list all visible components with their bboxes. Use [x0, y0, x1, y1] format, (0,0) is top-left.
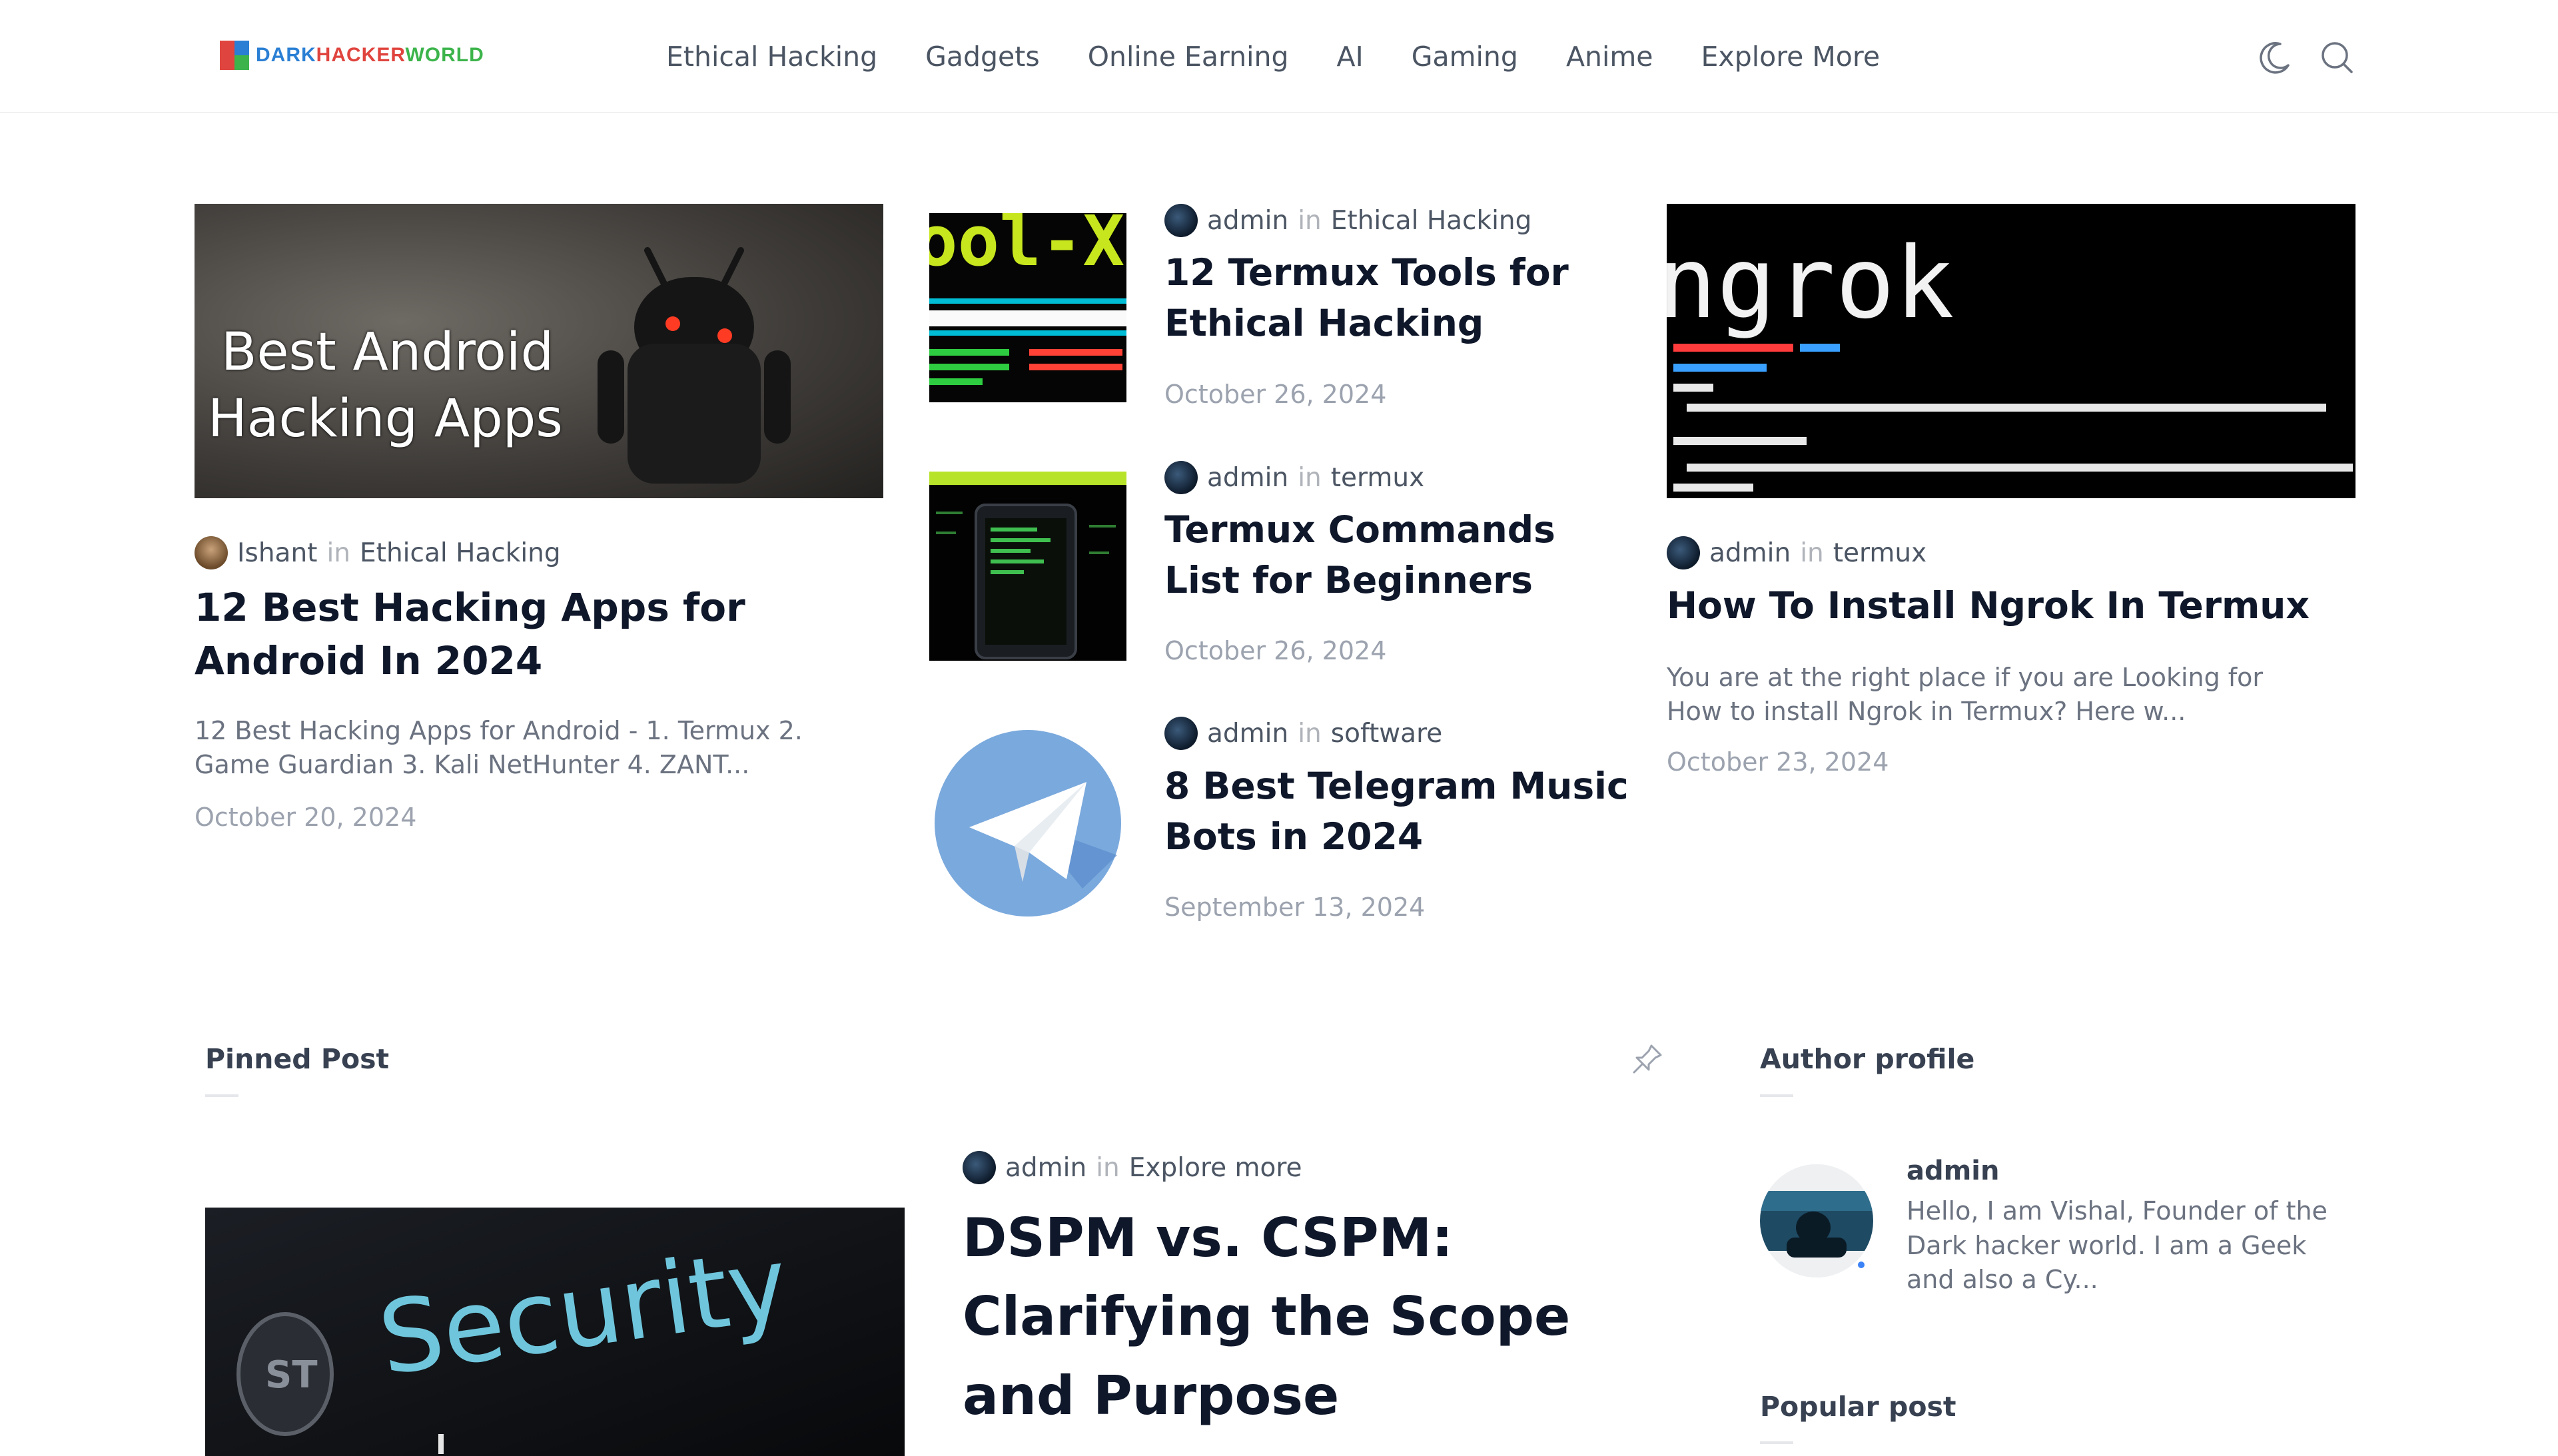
- online-status-dot: [1855, 1259, 1867, 1271]
- meta-in-label: in: [1298, 462, 1322, 493]
- author-link[interactable]: admin: [1207, 206, 1288, 236]
- author-avatar[interactable]: [1164, 717, 1198, 750]
- section-heading-pinned: Pinned Post: [205, 1043, 390, 1075]
- post-date: October 26, 2024: [1164, 636, 1387, 665]
- nav-item-anime[interactable]: Anime: [1566, 41, 1653, 73]
- moon-icon[interactable]: [2255, 37, 2295, 77]
- post-date: October 20, 2024: [195, 803, 417, 832]
- featured-image-android-hacking[interactable]: Best Android Hacking Apps: [195, 204, 883, 498]
- thumbnail-telegram[interactable]: [929, 729, 1126, 918]
- post-date: September 13, 2024: [1164, 893, 1426, 922]
- author-link[interactable]: admin: [1207, 719, 1288, 749]
- image-caption-line-1: Best Android: [221, 322, 554, 382]
- author-profile-bio: Hello, I am Vishal, Founder of the Dark …: [1907, 1196, 2328, 1295]
- site-logo[interactable]: DARKHACKERWORLD: [220, 39, 484, 72]
- section-underline: [1760, 1094, 1793, 1097]
- logo-mark-icon: [220, 41, 249, 70]
- nav-item-gadgets[interactable]: Gadgets: [925, 41, 1040, 73]
- nav-item-ethical-hacking[interactable]: Ethical Hacking: [666, 41, 877, 73]
- category-link[interactable]: software: [1331, 719, 1442, 749]
- author-link[interactable]: admin: [1207, 463, 1288, 493]
- pinned-image-security[interactable]: ST Security: [205, 1208, 905, 1456]
- post-date: October 23, 2024: [1667, 747, 1889, 777]
- meta-in-label: in: [1298, 718, 1322, 749]
- category-link[interactable]: Explore more: [1129, 1153, 1302, 1183]
- author-avatar[interactable]: [1164, 461, 1198, 494]
- post-excerpt: 12 Best Hacking Apps for Android - 1. Te…: [195, 716, 803, 779]
- image-caption-line-2: Hacking Apps: [208, 389, 563, 449]
- author-avatar[interactable]: [1667, 536, 1700, 569]
- image-caption-ngrok: ngrok: [1667, 226, 1954, 340]
- author-link[interactable]: admin: [1005, 1153, 1086, 1183]
- post-meta: admin in termux: [1667, 536, 1926, 569]
- site-header: DARKHACKERWORLD Ethical Hacking Gadgets …: [0, 0, 2558, 113]
- svg-text:ool-X: ool-X: [929, 213, 1124, 282]
- author-avatar[interactable]: [195, 536, 228, 569]
- post-title[interactable]: 12 Best Hacking Apps for Android In 2024: [195, 581, 847, 687]
- meta-in-label: in: [1096, 1152, 1120, 1183]
- post-meta: admin in termux: [1164, 461, 1424, 494]
- category-link[interactable]: Ethical Hacking: [1331, 206, 1532, 236]
- android-robot-icon: [598, 247, 791, 484]
- thumbnail-termux-tools[interactable]: ool-X: [929, 213, 1126, 402]
- category-link[interactable]: termux: [1833, 538, 1926, 568]
- section-underline: [205, 1094, 238, 1097]
- meta-in-label: in: [1298, 205, 1322, 236]
- logo-text-world: WORLD: [405, 44, 484, 66]
- post-title[interactable]: 8 Best Telegram Music Bots in 2024: [1164, 761, 1631, 863]
- main-nav: Ethical Hacking Gadgets Online Earning A…: [666, 40, 1880, 73]
- section-heading-author-profile: Author profile: [1760, 1043, 1975, 1075]
- author-profile-name[interactable]: admin: [1907, 1156, 2000, 1186]
- category-link[interactable]: Ethical Hacking: [360, 538, 561, 568]
- post-meta: admin in Explore more: [963, 1151, 1302, 1184]
- svg-text:ST: ST: [265, 1353, 318, 1397]
- author-avatar[interactable]: [963, 1151, 996, 1184]
- telegram-icon: [935, 730, 1121, 916]
- logo-text-hacker: HACKER: [316, 44, 406, 66]
- author-avatar[interactable]: [1164, 204, 1198, 237]
- section-heading-popular: Popular post: [1760, 1391, 1956, 1423]
- thumbnail-termux-commands[interactable]: [929, 472, 1126, 661]
- nav-item-online-earning[interactable]: Online Earning: [1088, 41, 1289, 73]
- section-underline: [1760, 1441, 1793, 1444]
- logo-text: DARKHACKERWORLD: [256, 44, 484, 67]
- search-icon[interactable]: [2317, 37, 2357, 77]
- nav-item-gaming[interactable]: Gaming: [1412, 41, 1518, 73]
- post-excerpt: You are at the right place if you are Lo…: [1667, 663, 2264, 726]
- featured-image-ngrok[interactable]: ngrok: [1667, 204, 2355, 498]
- pinned-post-title[interactable]: DSPM vs. CSPM: Clarifying the Scope and …: [963, 1199, 1629, 1435]
- post-title[interactable]: How To Install Ngrok In Termux: [1667, 581, 2359, 631]
- post-meta: Ishant in Ethical Hacking: [195, 536, 561, 569]
- author-link[interactable]: Ishant: [237, 538, 317, 568]
- post-date: October 26, 2024: [1164, 380, 1387, 409]
- post-meta: admin in software: [1164, 717, 1442, 750]
- category-link[interactable]: termux: [1331, 463, 1424, 493]
- author-link[interactable]: admin: [1709, 538, 1791, 568]
- post-meta: admin in Ethical Hacking: [1164, 204, 1531, 237]
- nav-item-explore-more[interactable]: Explore More: [1701, 41, 1881, 73]
- post-title[interactable]: 12 Termux Tools for Ethical Hacking: [1164, 248, 1631, 349]
- logo-text-dark: DARK: [256, 44, 316, 66]
- meta-in-label: in: [1800, 538, 1824, 568]
- meta-in-label: in: [326, 538, 351, 568]
- nav-item-ai[interactable]: AI: [1337, 41, 1364, 73]
- post-title[interactable]: Termux Commands List for Beginners: [1164, 505, 1631, 606]
- pin-icon[interactable]: [1629, 1040, 1666, 1078]
